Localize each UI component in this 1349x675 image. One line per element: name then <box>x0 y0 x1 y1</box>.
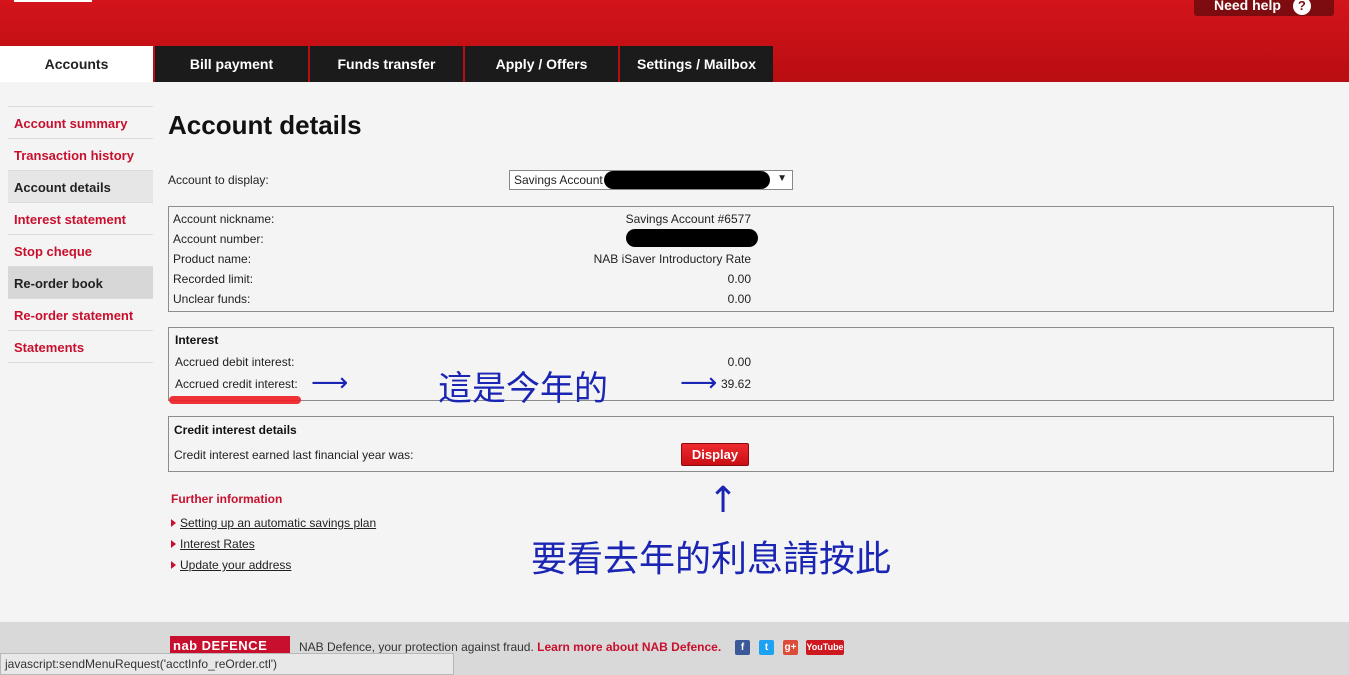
arrow-annotation: ⟶ <box>680 368 718 398</box>
footer-text: NAB Defence, your protection against fra… <box>299 640 721 654</box>
youtube-icon[interactable]: YouTube <box>806 640 844 655</box>
further-link[interactable]: Setting up an automatic savings plan <box>171 516 376 530</box>
recorded-limit-label: Recorded limit: <box>173 272 254 286</box>
product-name-value: NAB iSaver Introductory Rate <box>593 252 751 266</box>
credit-details-box <box>168 416 1334 472</box>
tab-funds-transfer[interactable]: Funds transfer <box>310 46 465 82</box>
tab-bill-payment[interactable]: Bill payment <box>155 46 310 82</box>
credit-interest-label: Accrued credit interest: <box>175 377 298 391</box>
recorded-limit-value: 0.00 <box>727 272 751 286</box>
unclear-funds-value: 0.00 <box>727 292 751 306</box>
account-select-value: Savings Account <box>514 173 603 187</box>
account-info-box <box>168 206 1334 312</box>
interest-heading: Interest <box>175 333 219 347</box>
sidebar-item-stop-cheque[interactable]: Stop cheque <box>8 234 153 266</box>
product-name-label: Product name: <box>173 252 252 266</box>
credit-details-heading: Credit interest details <box>174 423 297 437</box>
account-select-label: Account to display: <box>168 173 269 187</box>
sidebar-item-account-details[interactable]: Account details <box>8 170 153 202</box>
arrow-annotation: ⟶ <box>311 368 349 398</box>
sidebar-item-interest-statement[interactable]: Interest statement <box>8 202 153 234</box>
sidebar: Account summary Transaction history Acco… <box>8 106 153 363</box>
account-number-label: Account number: <box>173 232 264 246</box>
redaction-mark <box>604 171 770 189</box>
sidebar-item-reorder-statement[interactable]: Re-order statement <box>8 298 153 330</box>
nickname-label: Account nickname: <box>173 212 275 226</box>
link-text[interactable]: Setting up an automatic savings plan <box>180 516 376 530</box>
sidebar-item-transaction-history[interactable]: Transaction history <box>8 138 153 170</box>
facebook-icon[interactable]: f <box>735 640 750 655</box>
footer-message: NAB Defence, your protection against fra… <box>299 640 534 654</box>
tab-settings-mailbox[interactable]: Settings / Mailbox <box>620 46 773 82</box>
need-help-label: Need help <box>1214 0 1281 13</box>
caret-right-icon <box>171 561 176 569</box>
learn-more-link[interactable]: Learn more about NAB Defence. <box>537 640 721 654</box>
unclear-funds-label: Unclear funds: <box>173 292 251 306</box>
red-underline-annotation <box>169 396 301 404</box>
logo-text-nab: nab <box>173 638 198 653</box>
this-year-annotation: 這是今年的 <box>438 369 608 409</box>
google-plus-icon[interactable]: g+ <box>783 640 798 655</box>
caret-right-icon <box>171 519 176 527</box>
tab-apply-offers[interactable]: Apply / Offers <box>465 46 620 82</box>
twitter-icon[interactable]: t <box>759 640 774 655</box>
sidebar-item-reorder-book[interactable]: Re-order book <box>8 266 153 298</box>
nickname-value: Savings Account #6577 <box>625 212 751 226</box>
page-title: Account details <box>168 110 362 140</box>
sidebar-item-account-summary[interactable]: Account summary <box>8 106 153 138</box>
logo-text-defence: DEFENCE <box>201 638 268 653</box>
up-arrow-annotation: ↑ <box>708 480 739 521</box>
sidebar-divider <box>8 362 153 363</box>
further-link[interactable]: Update your address <box>171 558 291 572</box>
tab-accounts[interactable]: Accounts <box>0 46 153 82</box>
help-icon: ? <box>1292 0 1311 15</box>
link-text[interactable]: Update your address <box>180 558 291 572</box>
need-help-button[interactable]: Need help ? <box>1194 0 1334 16</box>
further-link[interactable]: Interest Rates <box>171 537 255 551</box>
sidebar-item-statements[interactable]: Statements <box>8 330 153 362</box>
redaction-mark <box>626 229 758 247</box>
credit-details-label: Credit interest earned last financial ye… <box>174 448 414 462</box>
logo[interactable] <box>14 0 92 2</box>
click-here-annotation: 要看去年的利息請按此 <box>531 539 892 580</box>
debit-interest-label: Accrued debit interest: <box>175 355 295 369</box>
caret-right-icon <box>171 540 176 548</box>
further-info-heading: Further information <box>171 492 283 506</box>
status-bar: javascript:sendMenuRequest('acctInfo_reO… <box>0 653 454 675</box>
chevron-down-icon: ▼ <box>777 173 787 184</box>
link-text[interactable]: Interest Rates <box>180 537 255 551</box>
display-button[interactable]: Display <box>681 443 749 466</box>
